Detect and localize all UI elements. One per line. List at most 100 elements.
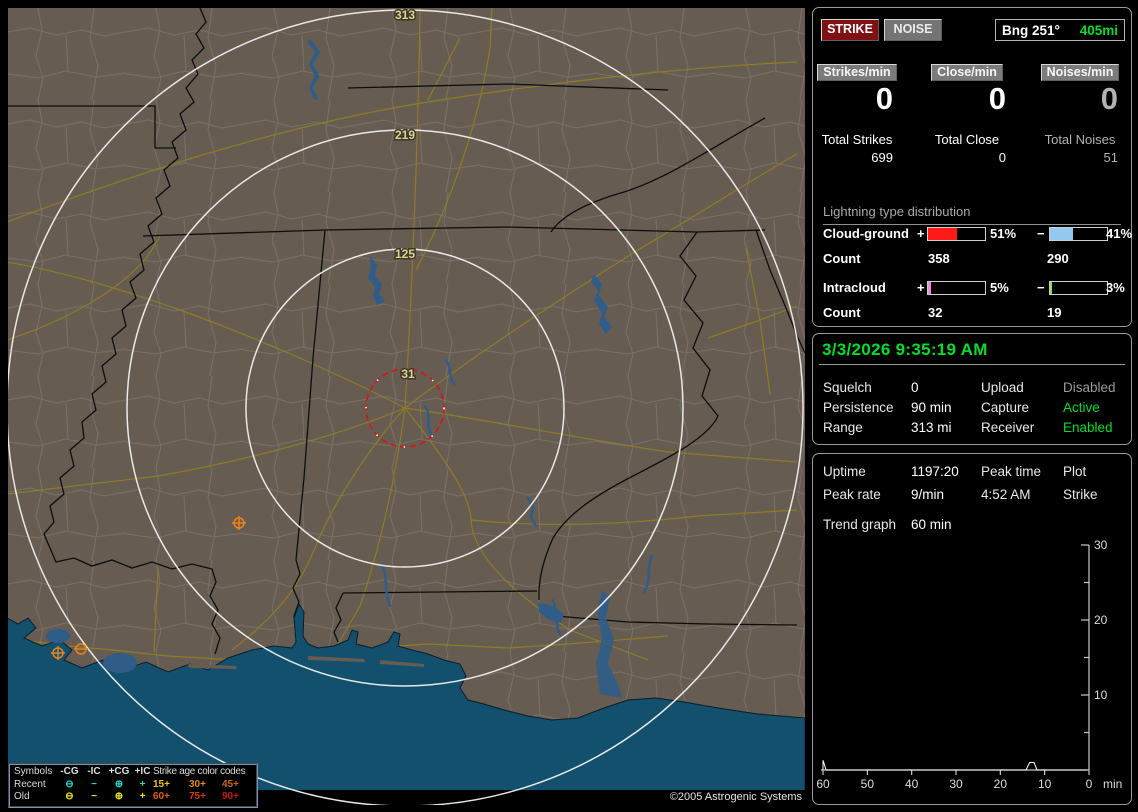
peak-rate-value: 9/min bbox=[911, 487, 945, 502]
cloud-ground-count-row: Count 358 290 bbox=[813, 251, 1131, 267]
cg-positive-bar bbox=[927, 227, 986, 241]
stats-row: Uptime 1197:20 Peak time Plot bbox=[813, 464, 1131, 482]
strike-button[interactable]: STRIKE bbox=[821, 19, 879, 41]
trend-graph-window: 60 min bbox=[911, 517, 952, 532]
neg-ic-old-icon: − bbox=[91, 791, 97, 803]
legend-header-symbols: Symbols bbox=[14, 766, 53, 777]
receiver-label: Receiver bbox=[981, 420, 1035, 435]
uptime-value: 1197:20 bbox=[911, 464, 959, 479]
intracloud-label: Intracloud bbox=[823, 280, 886, 295]
svg-text:40: 40 bbox=[905, 777, 919, 791]
map-symbol-legend: Symbols -CG -IC +CG +IC Strike age color… bbox=[8, 763, 258, 808]
ic-positive-bar bbox=[927, 281, 986, 295]
noise-button[interactable]: NOISE bbox=[884, 19, 942, 41]
ic-negative-bar bbox=[1049, 281, 1108, 295]
capture-label: Capture bbox=[981, 400, 1030, 415]
strikes-per-min-value: 0 bbox=[875, 81, 893, 116]
bearing-readout: Bng 251° 405mi bbox=[995, 19, 1125, 41]
lightning-map[interactable]: 313 219 125 31 Symbols -CG -IC +CG +IC S… bbox=[8, 8, 805, 808]
svg-text:min: min bbox=[1103, 777, 1122, 791]
age-code-75: 75+ bbox=[189, 791, 206, 803]
upload-status: Disabled bbox=[1063, 380, 1116, 395]
age-code-30: 30+ bbox=[189, 778, 206, 790]
age-code-60: 60+ bbox=[153, 791, 170, 803]
close-counter: Close/min 0 Total Close 0 bbox=[922, 64, 1012, 165]
noises-per-min-value: 0 bbox=[1100, 81, 1118, 116]
plus-sign: + bbox=[917, 226, 925, 241]
trend-graph-row: Trend graph 60 min bbox=[813, 517, 1131, 535]
uptime-label: Uptime bbox=[823, 464, 866, 479]
squelch-value: 0 bbox=[911, 380, 919, 395]
svg-text:20: 20 bbox=[1094, 613, 1108, 627]
cg-negative-pct: 41% bbox=[1106, 226, 1133, 241]
distribution-title: Lightning type distribution bbox=[823, 204, 1121, 225]
cloud-ground-label: Cloud-ground bbox=[823, 226, 909, 241]
intracloud-count-row: Count 32 19 bbox=[813, 305, 1131, 321]
age-code-15: 15+ bbox=[153, 778, 170, 790]
cloud-ground-row: Cloud-ground + 51% − 41% bbox=[813, 226, 1133, 242]
cg-negative-count: 290 bbox=[1047, 251, 1069, 266]
ic-positive-count: 32 bbox=[928, 305, 943, 320]
status-row: Persistence 90 min Capture Active bbox=[813, 400, 1131, 418]
status-row: Squelch 0 Upload Disabled bbox=[813, 380, 1131, 398]
ic-positive-pct: 5% bbox=[990, 280, 1009, 295]
legend-age-header: Strike age color codes bbox=[153, 766, 246, 777]
status-row: Range 313 mi Receiver Enabled bbox=[813, 420, 1131, 438]
status-panel: 3/3/2026 9:35:19 AM Squelch 0 Upload Dis… bbox=[812, 333, 1132, 445]
map-canvas: 313 219 125 31 bbox=[8, 8, 805, 805]
upload-label: Upload bbox=[981, 380, 1024, 395]
strikes-per-min-button[interactable]: Strikes/min bbox=[817, 64, 897, 81]
age-code-90: 90+ bbox=[222, 791, 239, 803]
strikes-counter: Strikes/min 0 Total Strikes 699 bbox=[815, 64, 899, 165]
svg-text:30: 30 bbox=[949, 777, 963, 791]
cg-positive-pct: 51% bbox=[990, 226, 1017, 241]
pos-ic-recent-icon: + bbox=[139, 778, 146, 790]
svg-text:20: 20 bbox=[994, 777, 1008, 791]
divider bbox=[819, 364, 1125, 365]
pos-cg-recent-icon: ⊕ bbox=[114, 778, 124, 790]
bearing-value: Bng 251° bbox=[1002, 22, 1060, 38]
pos-ic-old-icon: + bbox=[139, 791, 146, 803]
close-per-min-value: 0 bbox=[988, 81, 1006, 116]
count-label: Count bbox=[823, 251, 861, 266]
minus-sign: − bbox=[1037, 226, 1045, 241]
legend-row-label: Old bbox=[14, 791, 30, 803]
datetime-display: 3/3/2026 9:35:19 AM bbox=[822, 340, 988, 359]
total-noises-value: 51 bbox=[1103, 150, 1118, 165]
pos-cg-old-icon: ⊕ bbox=[114, 791, 124, 803]
total-strikes-label: Total Strikes bbox=[821, 132, 893, 147]
ring-label-125: 125 bbox=[395, 247, 415, 261]
count-label: Count bbox=[823, 305, 861, 320]
bearing-distance-value: 405mi bbox=[1079, 22, 1118, 38]
total-noises-label: Total Noises bbox=[1044, 132, 1116, 147]
svg-text:30: 30 bbox=[1094, 540, 1108, 552]
legend-header-pos-ic: +IC bbox=[134, 766, 151, 777]
trend-graph: 10 20 30 60 50 40 30 20 10 0 min bbox=[816, 540, 1122, 791]
noises-counter: Noises/min 0 Total Noises 51 bbox=[1036, 64, 1124, 165]
peak-time-label: Peak time bbox=[981, 464, 1042, 479]
total-close-label: Total Close bbox=[934, 132, 1000, 147]
close-per-min-button[interactable]: Close/min bbox=[931, 64, 1003, 81]
strike-stats-panel: STRIKE NOISE Bng 251° 405mi Strikes/min … bbox=[812, 7, 1132, 327]
cg-positive-count: 358 bbox=[928, 251, 950, 266]
neg-ic-recent-icon: − bbox=[91, 778, 97, 790]
stats-row: Peak rate 9/min 4:52 AM Strike bbox=[813, 487, 1131, 505]
total-strikes-value: 699 bbox=[871, 150, 893, 165]
total-close-value: 0 bbox=[998, 150, 1006, 165]
peak-rate-label: Peak rate bbox=[823, 487, 881, 502]
peak-time-value: 4:52 AM bbox=[981, 487, 1031, 502]
ring-label-219: 219 bbox=[395, 128, 415, 142]
receiver-status: Enabled bbox=[1063, 420, 1113, 435]
capture-status: Active bbox=[1063, 400, 1100, 415]
persistence-value: 90 min bbox=[911, 400, 952, 415]
svg-text:50: 50 bbox=[861, 777, 875, 791]
ic-negative-count: 19 bbox=[1047, 305, 1062, 320]
legend-row-label: Recent bbox=[14, 778, 46, 790]
noises-per-min-button[interactable]: Noises/min bbox=[1040, 64, 1120, 81]
ring-label-31: 31 bbox=[401, 367, 415, 381]
plot-mode-value: Strike bbox=[1063, 487, 1098, 502]
trend-graph-label: Trend graph bbox=[823, 517, 897, 532]
persistence-label: Persistence bbox=[823, 400, 894, 415]
range-value: 313 mi bbox=[911, 420, 952, 435]
neg-cg-recent-icon: ⊖ bbox=[65, 778, 74, 790]
